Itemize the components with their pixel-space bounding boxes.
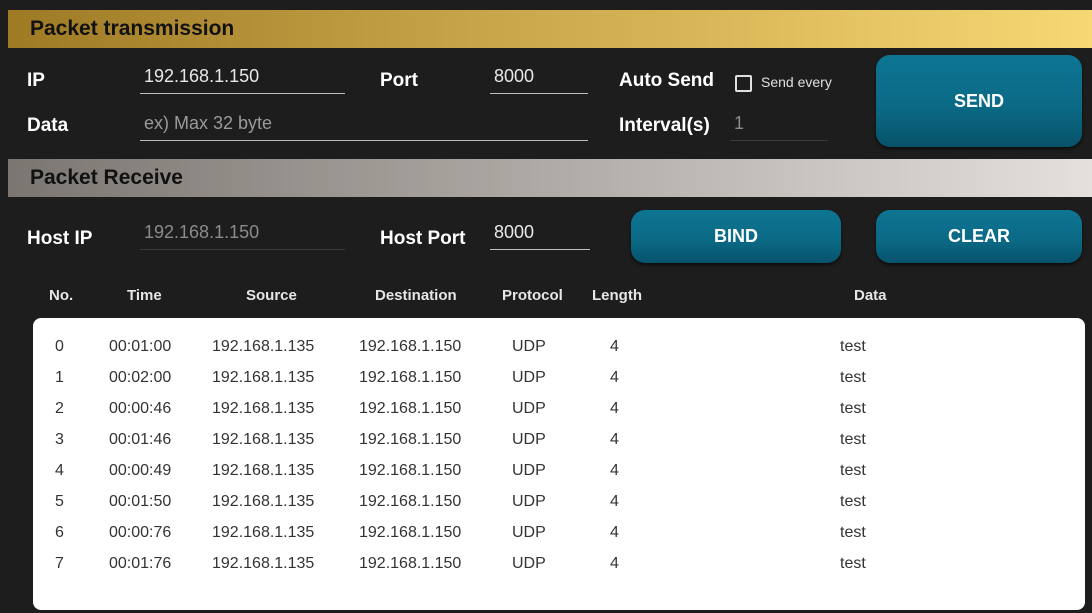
cell-source: 192.168.1.135 <box>212 431 315 448</box>
cell-no: 1 <box>55 369 64 386</box>
send-every-checkbox[interactable] <box>735 75 752 92</box>
cell-data: test <box>840 369 866 386</box>
cell-destination: 192.168.1.150 <box>359 369 462 386</box>
table-row[interactable]: 1 00:02:00 192.168.1.135 192.168.1.150 U… <box>33 365 1085 395</box>
host-ip-label: Host IP <box>27 228 93 249</box>
table-row[interactable]: 6 00:00:76 192.168.1.135 192.168.1.150 U… <box>33 520 1085 550</box>
packet-table[interactable]: 0 00:01:00 192.168.1.135 192.168.1.150 U… <box>33 318 1085 610</box>
receive-section-title: Packet Receive <box>8 159 1092 197</box>
column-header-protocol: Protocol <box>502 287 563 304</box>
ip-label: IP <box>27 70 45 91</box>
cell-length: 4 <box>610 431 619 448</box>
cell-data: test <box>840 462 866 479</box>
cell-no: 7 <box>55 555 64 572</box>
cell-length: 4 <box>610 524 619 541</box>
cell-source: 192.168.1.135 <box>212 493 315 510</box>
interval-input[interactable]: 1 <box>730 109 828 141</box>
cell-length: 4 <box>610 400 619 417</box>
column-header-length: Length <box>592 287 642 304</box>
cell-destination: 192.168.1.150 <box>359 524 462 541</box>
clear-button[interactable]: CLEAR <box>876 210 1082 263</box>
cell-time: 00:00:49 <box>109 462 172 479</box>
cell-destination: 192.168.1.150 <box>359 338 462 355</box>
cell-source: 192.168.1.135 <box>212 555 315 572</box>
cell-time: 00:01:76 <box>109 555 172 572</box>
cell-length: 4 <box>610 493 619 510</box>
transmission-section-title: Packet transmission <box>8 10 1092 48</box>
cell-data: test <box>840 555 866 572</box>
cell-length: 4 <box>610 555 619 572</box>
packet-table-header: No. Time Source Destination Protocol Len… <box>0 284 1092 308</box>
send-button[interactable]: SEND <box>876 55 1082 147</box>
cell-source: 192.168.1.135 <box>212 338 315 355</box>
cell-time: 00:01:00 <box>109 338 172 355</box>
host-port-input[interactable]: 8000 <box>490 218 590 250</box>
cell-length: 4 <box>610 338 619 355</box>
cell-source: 192.168.1.135 <box>212 462 315 479</box>
column-header-source: Source <box>246 287 297 304</box>
send-button-label: SEND <box>953 90 1004 111</box>
cell-length: 4 <box>610 369 619 386</box>
cell-destination: 192.168.1.150 <box>359 400 462 417</box>
cell-protocol: UDP <box>512 462 546 479</box>
cell-source: 192.168.1.135 <box>212 400 315 417</box>
column-header-data: Data <box>854 287 887 304</box>
cell-protocol: UDP <box>512 555 546 572</box>
cell-data: test <box>840 493 866 510</box>
app-root: Packet transmission IP 192.168.1.150 Por… <box>0 0 1092 613</box>
cell-no: 3 <box>55 431 64 448</box>
table-row[interactable]: 7 00:01:76 192.168.1.135 192.168.1.150 U… <box>33 551 1085 581</box>
column-header-time: Time <box>127 287 162 304</box>
cell-data: test <box>840 338 866 355</box>
host-port-label: Host Port <box>380 228 466 249</box>
bind-button[interactable]: BIND <box>631 210 841 263</box>
cell-time: 00:00:76 <box>109 524 172 541</box>
table-row[interactable]: 3 00:01:46 192.168.1.135 192.168.1.150 U… <box>33 427 1085 457</box>
cell-protocol: UDP <box>512 524 546 541</box>
auto-send-label: Auto Send <box>619 70 714 91</box>
cell-destination: 192.168.1.150 <box>359 462 462 479</box>
bind-button-label: BIND <box>714 226 758 246</box>
cell-length: 4 <box>610 462 619 479</box>
table-row[interactable]: 2 00:00:46 192.168.1.135 192.168.1.150 U… <box>33 396 1085 426</box>
cell-data: test <box>840 524 866 541</box>
cell-source: 192.168.1.135 <box>212 369 315 386</box>
cell-no: 5 <box>55 493 64 510</box>
port-label: Port <box>380 70 418 91</box>
clear-button-label: CLEAR <box>948 226 1010 246</box>
ip-input[interactable]: 192.168.1.150 <box>140 62 345 94</box>
cell-destination: 192.168.1.150 <box>359 493 462 510</box>
cell-no: 0 <box>55 338 64 355</box>
cell-protocol: UDP <box>512 431 546 448</box>
cell-destination: 192.168.1.150 <box>359 431 462 448</box>
cell-data: test <box>840 400 866 417</box>
send-every-label: Send every <box>761 74 832 90</box>
cell-no: 4 <box>55 462 64 479</box>
cell-time: 00:01:46 <box>109 431 172 448</box>
cell-destination: 192.168.1.150 <box>359 555 462 572</box>
table-row[interactable]: 5 00:01:50 192.168.1.135 192.168.1.150 U… <box>33 489 1085 519</box>
cell-no: 6 <box>55 524 64 541</box>
cell-protocol: UDP <box>512 369 546 386</box>
interval-label: Interval(s) <box>619 115 710 136</box>
cell-time: 00:01:50 <box>109 493 172 510</box>
cell-time: 00:02:00 <box>109 369 172 386</box>
cell-time: 00:00:46 <box>109 400 172 417</box>
table-row[interactable]: 0 00:01:00 192.168.1.135 192.168.1.150 U… <box>33 334 1085 364</box>
cell-protocol: UDP <box>512 338 546 355</box>
table-row[interactable]: 4 00:00:49 192.168.1.135 192.168.1.150 U… <box>33 458 1085 488</box>
port-input[interactable]: 8000 <box>490 62 588 94</box>
data-input[interactable]: ex) Max 32 byte <box>140 109 588 141</box>
host-ip-input[interactable]: 192.168.1.150 <box>140 218 345 250</box>
cell-protocol: UDP <box>512 400 546 417</box>
cell-no: 2 <box>55 400 64 417</box>
data-label: Data <box>27 115 69 136</box>
column-header-no: No. <box>49 287 74 304</box>
cell-data: test <box>840 431 866 448</box>
cell-source: 192.168.1.135 <box>212 524 315 541</box>
cell-protocol: UDP <box>512 493 546 510</box>
column-header-destination: Destination <box>375 287 457 304</box>
